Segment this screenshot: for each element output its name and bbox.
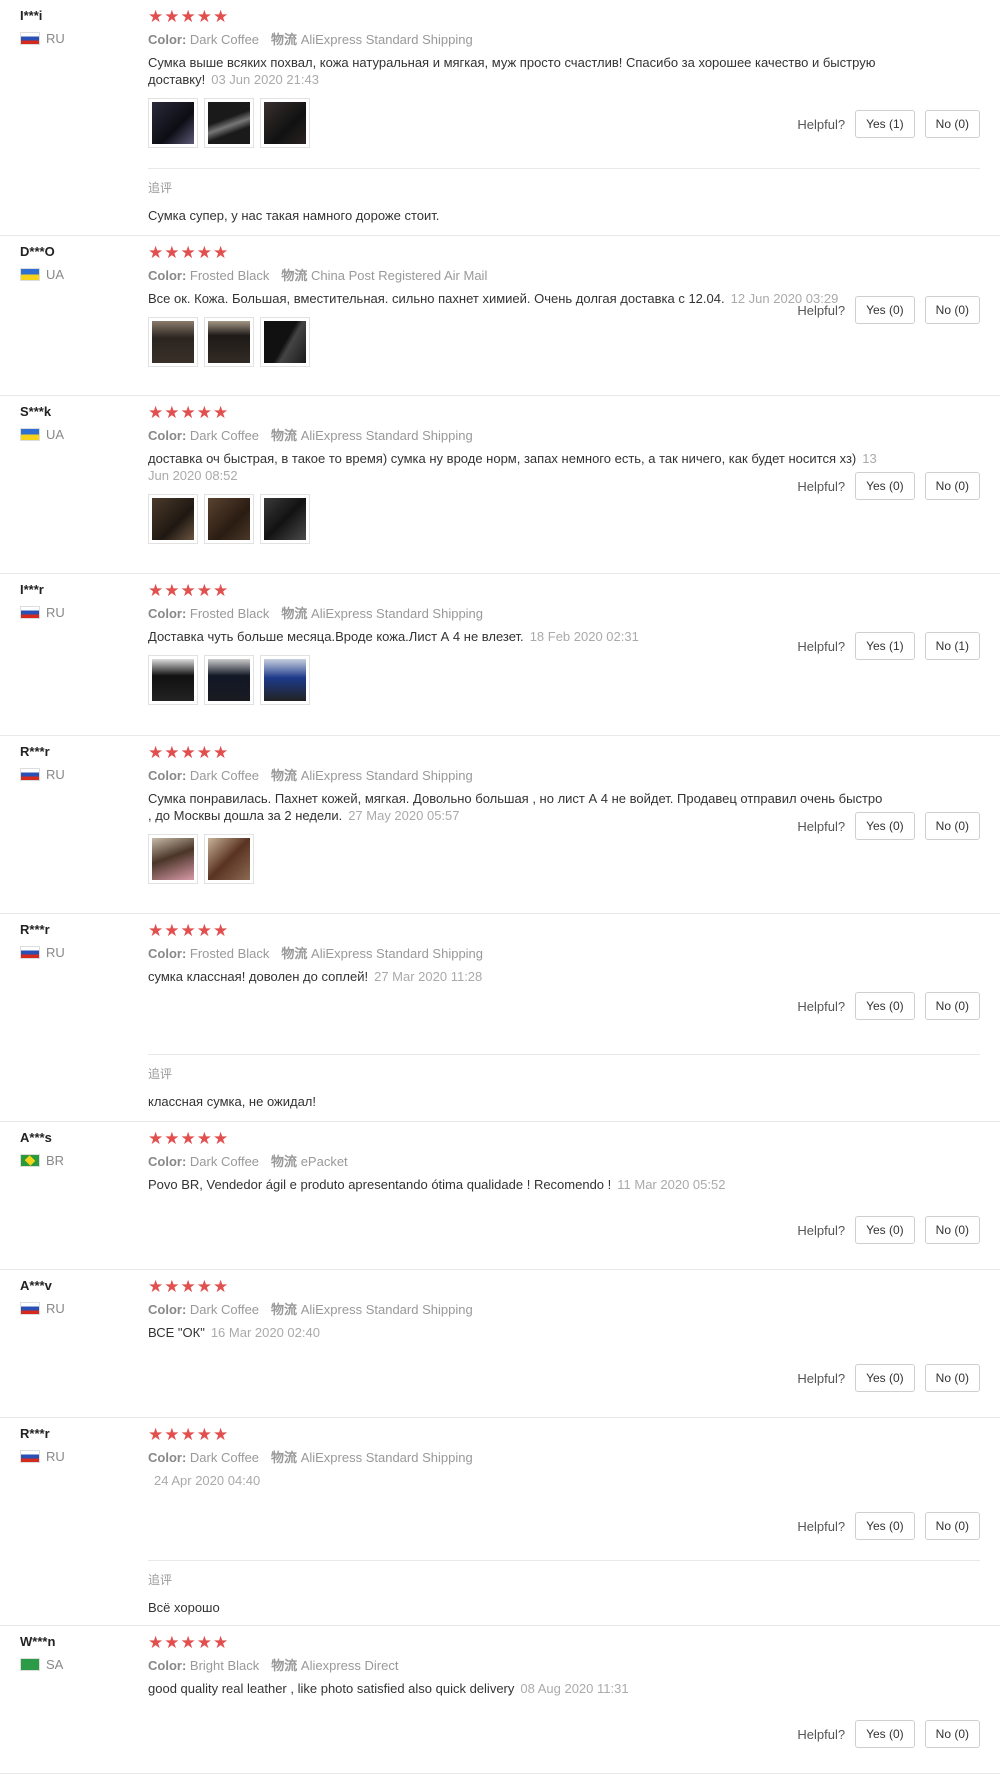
flag-icon	[20, 1302, 40, 1315]
review-photo[interactable]	[204, 494, 254, 544]
review-text: Все ок. Кожа. Большая, вместительная. си…	[148, 291, 839, 306]
reviewer-name: W***n	[20, 1634, 56, 1649]
review-user: I***i RU	[20, 8, 140, 46]
flag-icon	[20, 428, 40, 441]
review-photo[interactable]	[204, 98, 254, 148]
reviewer-name: R***r	[20, 1426, 50, 1441]
review-photo[interactable]	[148, 98, 198, 148]
star-rating: ★★★★★	[148, 1129, 230, 1148]
review-text: сумка классная! доволен до соплей! 27 Mar…	[148, 969, 483, 984]
star-rating: ★★★★★	[148, 1277, 230, 1296]
yes-button[interactable]: Yes (1)	[855, 110, 915, 138]
flag-icon	[20, 1658, 40, 1671]
review-photo[interactable]	[204, 317, 254, 367]
review-date: 03 Jun 2020 21:43	[211, 72, 319, 87]
review-item: I***i RU ★★★★★ Color: Dark Coffee 物流 AliE…	[0, 0, 1000, 236]
review-photo[interactable]	[148, 655, 198, 705]
helpful-votes: Helpful? Yes (1) No (0)	[797, 110, 980, 138]
no-button[interactable]: No (0)	[924, 472, 980, 500]
review-photo[interactable]	[260, 98, 310, 148]
review-photos	[148, 655, 978, 705]
review-item: R***r RU ★★★★★ Color: Dark Coffee 物流 AliE…	[0, 1418, 1000, 1626]
review-photos	[148, 494, 978, 544]
flag-icon	[20, 268, 40, 281]
review-text: Сумка выше всяких похвал, кожа натуральн…	[148, 55, 876, 87]
yes-button[interactable]: Yes (0)	[855, 472, 915, 500]
flag-icon	[20, 1154, 40, 1167]
review-item: S***k UA ★★★★★ Color: Dark Coffee 物流 AliE…	[0, 396, 1000, 574]
no-button[interactable]: No (0)	[924, 110, 980, 138]
additional-feedback: 追评 Всё хорошо	[148, 1560, 980, 1615]
yes-button[interactable]: Yes (0)	[855, 1216, 915, 1244]
no-button[interactable]: No (1)	[924, 632, 980, 660]
no-button[interactable]: No (0)	[924, 1512, 980, 1540]
review-item: A***v RU ★★★★★ Color: Dark Coffee 物流 AliE…	[0, 1270, 1000, 1418]
flag-icon	[20, 32, 40, 45]
review-photo[interactable]	[260, 317, 310, 367]
sku-info: Color: Dark Coffee 物流 AliExpress Standard…	[148, 32, 473, 47]
flag-icon	[20, 1450, 40, 1463]
reviewer-name: R***r	[20, 744, 50, 759]
yes-button[interactable]: Yes (0)	[855, 296, 915, 324]
star-rating: ★★★★★	[148, 1425, 230, 1444]
no-button[interactable]: No (0)	[924, 992, 980, 1020]
yes-button[interactable]: Yes (0)	[855, 1364, 915, 1392]
star-rating: ★★★★★	[148, 1633, 230, 1652]
review-item: A***s BR ★★★★★ Color: Dark Coffee 物流 ePac…	[0, 1122, 1000, 1270]
flag-icon	[20, 606, 40, 619]
yes-button[interactable]: Yes (0)	[855, 1512, 915, 1540]
star-rating: ★★★★★	[148, 243, 230, 262]
star-rating: ★★★★★	[148, 7, 230, 26]
additional-feedback: 追评 классная сумка, не ожидал!	[148, 1054, 980, 1109]
yes-button[interactable]: Yes (1)	[855, 632, 915, 660]
review-text: Доставка чуть больше месяца.Вроде кожа.Л…	[148, 629, 639, 644]
no-button[interactable]: No (0)	[924, 1216, 980, 1244]
yes-button[interactable]: Yes (0)	[855, 812, 915, 840]
review-photo[interactable]	[204, 655, 254, 705]
review-item: R***r RU ★★★★★ Color: Dark Coffee 物流 AliE…	[0, 736, 1000, 914]
reviewer-name: I***r	[20, 582, 44, 597]
review-item: I***r RU ★★★★★ Color: Frosted Black 物流 Al…	[0, 574, 1000, 736]
review-photos	[148, 834, 978, 884]
reviewer-name: D***O	[20, 244, 55, 259]
review-photo[interactable]	[260, 494, 310, 544]
flag-icon	[20, 946, 40, 959]
review-text: ВСЕ "ОК" 16 Mar 2020 02:40	[148, 1325, 320, 1340]
reviewer-name: A***v	[20, 1278, 52, 1293]
review-photo[interactable]	[148, 834, 198, 884]
no-button[interactable]: No (0)	[924, 1364, 980, 1392]
no-button[interactable]: No (0)	[924, 812, 980, 840]
additional-feedback: 追评 Сумка супер, у нас такая намного доро…	[148, 168, 980, 223]
reviewer-name: I***i	[20, 8, 43, 23]
star-rating: ★★★★★	[148, 921, 230, 940]
reviewer-name: A***s	[20, 1130, 52, 1145]
review-text: Сумка понравилась. Пахнет кожей, мягкая.…	[148, 791, 883, 823]
review-item: W***n SA ★★★★★ Color: Bright Black 物流 Ali…	[0, 1626, 1000, 1774]
flag-icon	[20, 768, 40, 781]
no-button[interactable]: No (0)	[924, 1720, 980, 1748]
yes-button[interactable]: Yes (0)	[855, 1720, 915, 1748]
review-photo[interactable]	[260, 655, 310, 705]
no-button[interactable]: No (0)	[924, 296, 980, 324]
reviewer-name: S***k	[20, 404, 52, 419]
review-photo[interactable]	[148, 494, 198, 544]
review-item: D***O UA ★★★★★ Color: Frosted Black 物流 Ch…	[0, 236, 1000, 396]
review-text: доставка оч быстрая, в такое то время) с…	[148, 451, 877, 483]
review-item: R***r RU ★★★★★ Color: Frosted Black 物流 Al…	[0, 914, 1000, 1122]
star-rating: ★★★★★	[148, 743, 230, 762]
review-text: 24 Apr 2020 04:40	[154, 1473, 261, 1488]
review-text: good quality real leather , like photo s…	[148, 1681, 629, 1696]
star-rating: ★★★★★	[148, 403, 230, 422]
review-text: Povo BR, Vendedor ágil e produto apresen…	[148, 1177, 726, 1192]
country-code: RU	[46, 31, 65, 46]
reviewer-name: R***r	[20, 922, 50, 937]
review-photo[interactable]	[148, 317, 198, 367]
yes-button[interactable]: Yes (0)	[855, 992, 915, 1020]
review-photos	[148, 317, 978, 367]
review-photo[interactable]	[204, 834, 254, 884]
star-rating: ★★★★★	[148, 581, 230, 600]
